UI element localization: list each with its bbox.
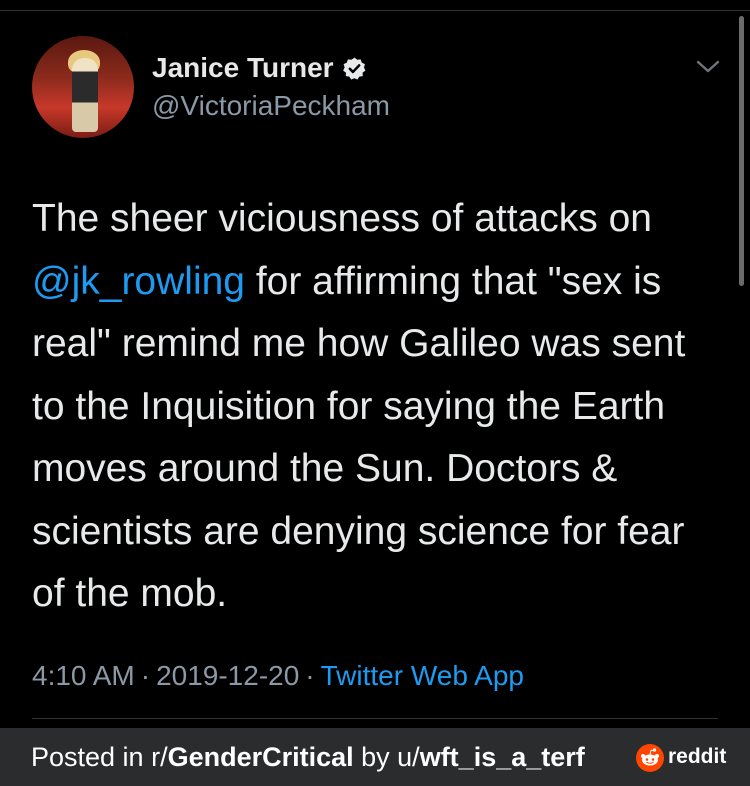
banner-text: Posted in r/GenderCritical by u/wft_is_a…	[31, 742, 585, 773]
by-prefix: by u/	[353, 742, 420, 772]
avatar-figure	[72, 58, 98, 132]
top-divider	[0, 10, 750, 11]
tweet-text: The sheer viciousness of attacks on @jk_…	[32, 188, 722, 626]
author-name[interactable]: Janice Turner	[152, 52, 334, 84]
mention-link[interactable]: @jk_rowling	[32, 260, 245, 303]
reddit-logo-icon	[636, 744, 664, 772]
bottom-divider	[32, 718, 718, 719]
tweet-text-after: for affirming that "sex is real" remind …	[32, 259, 686, 616]
meta-separator: ·	[305, 660, 315, 691]
tweet-metadata: 4:10 AM · 2019-12-20 · Twitter Web App	[32, 660, 524, 692]
verified-badge-icon	[342, 57, 365, 80]
reddit-banner: Posted in r/GenderCritical by u/wft_is_a…	[0, 728, 750, 786]
author-handle[interactable]: @VictoriaPeckham	[152, 90, 390, 122]
chevron-down-icon[interactable]	[694, 56, 722, 76]
meta-separator: ·	[140, 660, 151, 691]
author-name-row[interactable]: Janice Turner	[152, 52, 367, 84]
reddit-username[interactable]: wft_is_a_terf	[420, 742, 585, 772]
scrollbar[interactable]	[739, 16, 744, 286]
tweet-time[interactable]: 4:10 AM	[32, 660, 135, 691]
subreddit-name[interactable]: GenderCritical	[168, 742, 354, 772]
reddit-brand: reddit	[668, 745, 727, 768]
posted-in-prefix: Posted in r/	[31, 742, 168, 772]
tweet-date[interactable]: 2019-12-20	[156, 660, 299, 691]
source-app-link[interactable]: Twitter Web App	[321, 660, 524, 691]
avatar[interactable]	[32, 36, 134, 138]
tweet-text-before: The sheer viciousness of attacks on	[32, 197, 652, 240]
